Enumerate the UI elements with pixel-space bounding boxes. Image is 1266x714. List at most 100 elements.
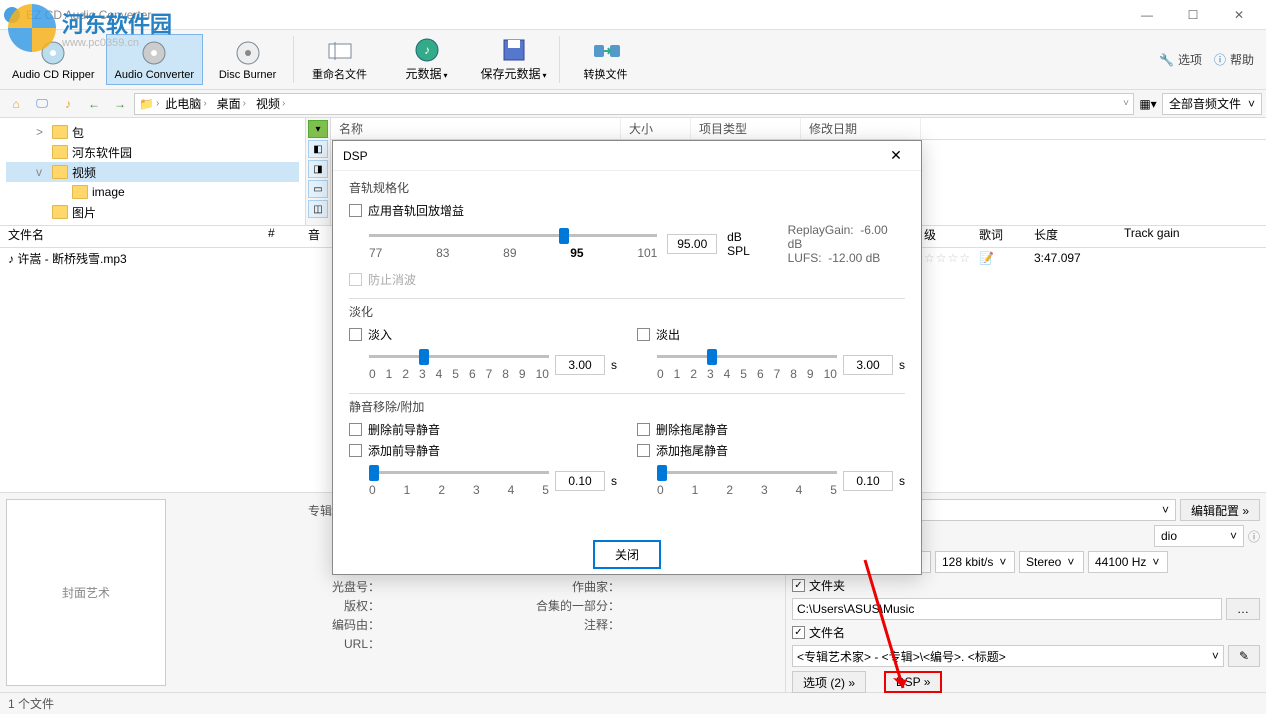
add-trailing-checkbox[interactable] [637,444,650,457]
vtb-b3[interactable]: ▭ [308,180,328,198]
qcol-rating[interactable]: 级 [916,226,971,247]
fadein-slider[interactable]: 012345678910 [369,347,549,383]
back-button[interactable]: ← [82,93,106,115]
fadein-value[interactable]: 3.00 [555,355,605,375]
window-maximize-button[interactable]: ☐ [1170,0,1216,30]
breadcrumb[interactable]: 📁› 此电脑› 桌面› 视频› ˅ [134,93,1134,115]
tree-node[interactable]: image [6,182,299,202]
converter-label: Audio Converter [115,69,195,81]
file-filter-dropdown[interactable]: 全部音频文件˅ [1162,93,1262,115]
format-dropdown[interactable]: dio˅ [1154,525,1244,547]
site-name: 河东软件园 [62,7,172,39]
del-leading-checkbox[interactable] [349,423,362,436]
view-mode-button[interactable]: ▦▾ [1136,93,1160,115]
folder-icon: 📁 [139,97,154,111]
qcol-num[interactable]: # [260,226,300,247]
fadein-checkbox[interactable] [349,328,362,341]
dsp-button[interactable]: DSP » [884,671,942,693]
queue-header-right: 级 歌词 长度 Track gain [916,226,1266,248]
site-logo-icon [8,4,56,52]
channels-dropdown[interactable]: Stereo˅ [1019,551,1084,573]
vtb-b2[interactable]: ◨ [308,160,328,178]
desktop-button[interactable]: 🖵 [30,93,54,115]
fadeout-value[interactable]: 3.00 [843,355,893,375]
burner-button[interactable]: Disc Burner [205,34,290,85]
meta-disc-label: 光盘号： [184,578,384,595]
fadeout-checkbox[interactable] [637,328,650,341]
rename-button[interactable]: 重命名文件 [297,34,382,85]
col-date[interactable]: 修改日期 [801,118,921,139]
crumb-desktop[interactable]: 桌面› [213,95,250,112]
edit-pattern-button[interactable]: ✎ [1228,645,1260,667]
help-link[interactable]: ⓘ帮助 [1214,51,1254,68]
forward-button[interactable]: → [108,93,132,115]
vtb-b1[interactable]: ◧ [308,140,328,158]
trailing-slider[interactable]: 012345 [657,463,837,499]
lyrics-icon[interactable]: 📝 [971,251,1026,265]
spl-slider[interactable]: 77838995101 [369,226,657,262]
tree-node[interactable]: 图片 [6,202,299,222]
options-link[interactable]: 🔧选项 [1159,51,1202,68]
browse-folder-button[interactable]: … [1226,598,1260,620]
vertical-toolbar: ▾ ◧ ◨ ▭ ◫ [305,118,331,225]
monitor-icon: 🖵 [36,96,48,111]
window-close-button[interactable]: ✕ [1216,0,1262,30]
info-icon[interactable]: ⓘ [1248,528,1260,545]
crumb-pc[interactable]: 此电脑› [161,95,210,112]
save-metadata-button[interactable]: 保存元数据▾ [471,34,556,85]
vtb-b4[interactable]: ◫ [308,200,328,218]
dialog-close-ok-button[interactable]: 关闭 [593,540,661,569]
convert-button[interactable]: 转换文件 [563,34,648,85]
window-title: EZ CD Audio Converter [26,8,1124,22]
tree-node-selected[interactable]: v视频 [6,162,299,182]
window-minimize-button[interactable]: — [1124,0,1170,30]
tree-node[interactable]: >包 [6,122,299,142]
folder-checkbox[interactable] [792,579,805,592]
spl-value-input[interactable]: 95.00 [667,234,717,254]
disc-icon [234,39,262,67]
trailing-value[interactable]: 0.10 [843,471,893,491]
tree-node[interactable]: 河东软件园 [6,142,299,162]
qcol-gain[interactable]: Track gain [1116,226,1266,247]
folder-icon [72,185,88,199]
leading-slider[interactable]: 012345 [369,463,549,499]
qcol-length[interactable]: 长度 [1026,226,1116,247]
folder-path-input[interactable]: C:\Users\ASUS\Music [792,598,1222,620]
home-button[interactable]: ⌂ [4,93,28,115]
col-size[interactable]: 大小 [621,118,691,139]
edit-config-button[interactable]: 编辑配置 » [1180,499,1260,521]
rating-stars[interactable]: ☆☆☆☆ [916,251,971,265]
metadata-button[interactable]: ♪ 元数据▾ [384,34,469,85]
col-type[interactable]: 项目类型 [691,118,801,139]
breadcrumb-dropdown[interactable]: ˅ [1123,98,1129,109]
add-leading-checkbox[interactable] [349,444,362,457]
fadeout-slider[interactable]: 012345678910 [657,347,837,383]
filename-checkbox[interactable] [792,626,805,639]
music-button[interactable]: ♪ [56,93,80,115]
folder-tree[interactable]: >包 河东软件园 v视频 image 图片 [0,118,305,225]
clipping-checkbox [349,273,362,286]
folder-label: 文件夹 [809,577,845,594]
metadata-label: 元数据 [406,67,442,81]
queue-row-right[interactable]: ☆☆☆☆ 📝 3:47.097 [916,248,1266,268]
help-icon: ⓘ [1214,51,1226,68]
bitrate-dropdown[interactable]: 128 kbit/s˅ [935,551,1015,573]
filename-pattern-input[interactable]: <专辑艺术家> - <专辑>\<编号>. <标题>˅ [792,645,1224,667]
options-button[interactable]: 选项 (2) » [792,671,866,693]
qcol-lyrics[interactable]: 歌词 [971,226,1026,247]
del-trailing-checkbox[interactable] [637,423,650,436]
crumb-video[interactable]: 视频› [252,95,289,112]
convert-icon [592,37,620,64]
vtb-add[interactable]: ▾ [308,120,328,138]
cover-art-box[interactable]: 封面艺术 [6,499,166,686]
grid-icon: ▦ [1139,97,1150,111]
replaygain-checkbox[interactable] [349,204,362,217]
dialog-close-button[interactable]: ✕ [881,147,911,164]
fadeout-label: 淡出 [656,326,680,343]
col-name[interactable]: 名称 [331,118,621,139]
qcol-name[interactable]: 文件名 [0,226,260,247]
folder-icon [52,145,68,159]
samplerate-dropdown[interactable]: 44100 Hz˅ [1088,551,1168,573]
fadein-label: 淡入 [368,326,392,343]
leading-value[interactable]: 0.10 [555,471,605,491]
